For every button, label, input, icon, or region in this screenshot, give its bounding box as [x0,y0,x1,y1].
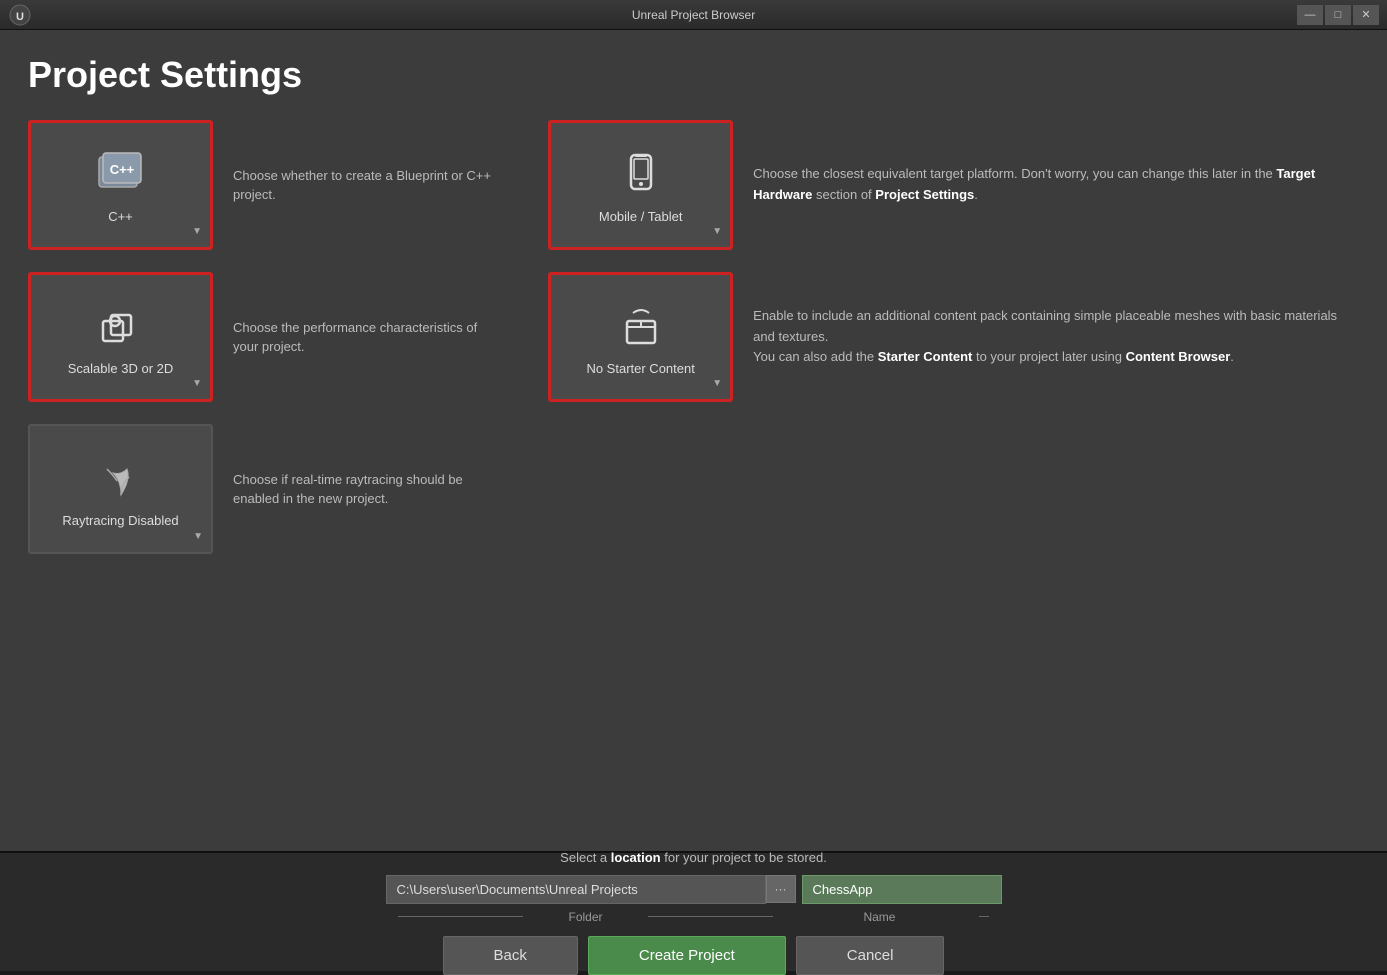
minimize-button[interactable]: — [1297,5,1323,25]
title-bar: U Unreal Project Browser — □ ✕ [0,0,1387,30]
ue-logo: U [8,3,32,27]
folder-separator-left [398,916,523,917]
name-separator [979,916,989,917]
mobile-description: Choose the closest equivalent target pla… [733,164,1359,206]
scalable-description: Choose the performance characteristics o… [213,318,518,357]
raytracing-description: Choose if real-time raytracing should be… [213,470,518,509]
raytracing-icon [93,451,149,507]
scalable-tile[interactable]: Scalable 3D or 2D ▼ [28,272,213,402]
raytracing-dropdown-arrow: ▼ [193,531,203,542]
raytracing-tile[interactable]: Raytracing Disabled ▼ [28,424,213,554]
starter-tile[interactable]: No Starter Content ▼ [548,272,733,402]
cpp-tile[interactable]: C++ C++ ▼ [28,120,213,250]
cpp-description: Choose whether to create a Blueprint or … [213,166,518,205]
scalable-label: Scalable 3D or 2D [68,361,174,376]
back-button[interactable]: Back [443,936,578,975]
cpp-row: C++ C++ ▼ Choose whether to create a Blu… [28,120,518,250]
cancel-button[interactable]: Cancel [796,936,945,975]
mobile-row: Mobile / Tablet ▼ Choose the closest equ… [548,120,1359,250]
starter-dropdown-arrow: ▼ [712,378,722,389]
action-buttons: Back Create Project Cancel [40,936,1347,975]
raytracing-row: Raytracing Disabled ▼ Choose if real-tim… [28,424,518,554]
cpp-label: C++ [108,209,133,224]
starter-label: No Starter Content [586,361,694,376]
scalable-dropdown-arrow: ▼ [192,378,202,389]
main-content: Project Settings C++ C++ ▼ Choose whethe… [0,30,1387,851]
starter-icon [613,299,669,355]
scalable-icon [93,299,149,355]
cpp-icon: C++ [93,147,149,203]
close-button[interactable]: ✕ [1353,5,1379,25]
svg-text:C++: C++ [109,162,134,177]
mobile-tile[interactable]: Mobile / Tablet ▼ [548,120,733,250]
cpp-dropdown-arrow: ▼ [192,226,202,237]
right-column: Mobile / Tablet ▼ Choose the closest equ… [548,120,1359,566]
svg-text:U: U [16,11,24,23]
maximize-button[interactable]: □ [1325,5,1351,25]
folder-separator-right [648,916,773,917]
window-title: Unreal Project Browser [632,8,755,22]
folder-path-input[interactable] [386,875,766,904]
mobile-label: Mobile / Tablet [599,209,683,224]
mobile-icon [613,147,669,203]
project-name-input[interactable] [802,875,1002,904]
raytracing-label: Raytracing Disabled [62,513,178,528]
settings-columns: C++ C++ ▼ Choose whether to create a Blu… [28,120,1359,566]
scalable-row: Scalable 3D or 2D ▼ Choose the performan… [28,272,518,402]
page-title: Project Settings [28,54,1359,96]
left-column: C++ C++ ▼ Choose whether to create a Blu… [28,120,518,566]
name-label: Name [779,910,979,924]
path-row: ··· [386,875,1002,904]
browse-folder-button[interactable]: ··· [766,875,796,903]
field-labels: Folder Name [398,910,990,924]
folder-label: Folder [523,910,648,924]
window-controls: — □ ✕ [1297,5,1379,25]
location-label: Select a location for your project to be… [560,850,827,865]
create-project-button[interactable]: Create Project [588,936,786,975]
mobile-dropdown-arrow: ▼ [712,226,722,237]
starter-description: Enable to include an additional content … [733,306,1359,368]
bottom-bar: Select a location for your project to be… [0,851,1387,971]
starter-row: No Starter Content ▼ Enable to include a… [548,272,1359,402]
